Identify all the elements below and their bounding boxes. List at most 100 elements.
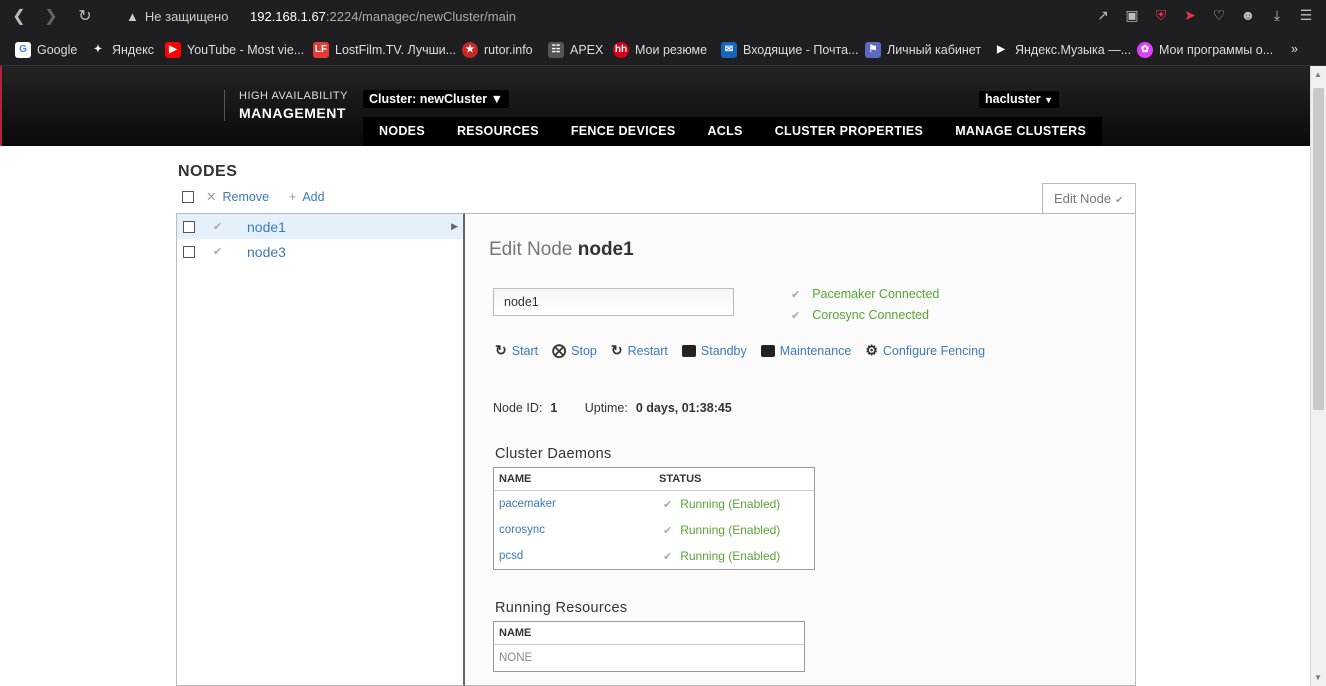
bookmark-youtube[interactable]: ▶ YouTube - Most vie... [165, 42, 304, 58]
rutor-icon: ★ [462, 42, 478, 58]
warning-icon: ▲ [126, 9, 139, 24]
node-list: ✔ node1 ▶ ✔ node3 [176, 213, 465, 686]
node-name[interactable]: node3 [247, 244, 286, 260]
hh-icon: hh [613, 42, 629, 58]
bookmark-programs[interactable]: ✿ Мои программы о... [1137, 42, 1273, 58]
stop-icon: ⨂ [552, 342, 567, 358]
configure-fencing-button[interactable]: ⚙ Configure Fencing [865, 342, 985, 359]
standby-button[interactable]: Standby [681, 342, 747, 359]
table-row: pcsd ✔ Running (Enabled) [494, 543, 814, 569]
nodes-toolbar: ✕ Remove + Add [182, 189, 325, 204]
node-name[interactable]: node1 [247, 219, 286, 235]
forward-icon[interactable]: ❯ [40, 6, 62, 28]
cluster-selector[interactable]: Cluster: newCluster ▼ [363, 90, 509, 108]
scrollbar-thumb[interactable] [1313, 88, 1324, 410]
bookmark-lostfilm[interactable]: LF LostFilm.TV. Лучши... [313, 42, 456, 58]
maintenance-icon [760, 344, 775, 357]
check-icon: ✔ [663, 525, 673, 537]
bookmark-hh[interactable]: hh Мои резюме [613, 42, 707, 58]
tab-cluster-properties[interactable]: CLUSTER PROPERTIES [759, 117, 939, 146]
table-header: NAME [494, 622, 804, 645]
check-icon: ✔ [663, 551, 673, 563]
refresh-icon: ↻ [610, 342, 623, 358]
gear-icon: ⚙ [865, 342, 878, 358]
reload-icon[interactable]: ↻ [74, 6, 96, 28]
page-title: NODES [178, 163, 238, 180]
browser-actions: ↗ ▣ ⛨ ➤ ♡ ☻ ⤓ ☰ [1095, 7, 1314, 24]
tab-fence-devices[interactable]: FENCE DEVICES [555, 117, 692, 146]
arrow-right-icon: ▶ [451, 221, 458, 231]
tab-acls[interactable]: ACLS [691, 117, 758, 146]
status-item: ✔ Corosync Connected [791, 308, 929, 322]
table-header: NAME STATUS [494, 468, 814, 491]
row-checkbox[interactable] [183, 246, 195, 258]
list-item[interactable]: ✔ node1 ▶ [177, 214, 463, 239]
user-menu[interactable]: hacluster ▼ [979, 91, 1059, 108]
bookmark-cabinet[interactable]: ⚑ Личный кабинет [865, 42, 981, 58]
tab-manage-clusters[interactable]: MANAGE CLUSTERS [939, 117, 1102, 146]
restart-button[interactable]: ↻ Restart [611, 342, 668, 359]
profile-icon[interactable]: ☻ [1240, 7, 1256, 24]
heart-icon[interactable]: ♡ [1211, 7, 1227, 24]
node-name-field[interactable]: node1 [493, 288, 734, 316]
bookmark-apex[interactable]: ☷ APEX [548, 42, 603, 58]
table-row: pacemaker ✔ Running (Enabled) [494, 491, 814, 517]
resources-title: Running Resources [495, 600, 628, 616]
daemon-link[interactable]: pcsd [499, 543, 659, 569]
node-actions: ↻ Start ⨂ Stop ↻ Restart Standby Maintenanc… [495, 342, 985, 359]
table-row: NONE [499, 652, 533, 664]
maintenance-button[interactable]: Maintenance [760, 342, 851, 359]
bookmark-google[interactable]: G Google [15, 42, 77, 58]
menu-icon[interactable]: ☰ [1298, 7, 1314, 24]
select-all-checkbox[interactable] [182, 190, 194, 203]
brand-logo: HIGH AVAILABILITY MANAGEMENT [224, 90, 348, 121]
mail-icon: ✉ [721, 42, 737, 58]
row-checkbox[interactable] [183, 221, 195, 233]
node-status-list: ✔ Pacemaker Connected ✔ Corosync Connected [791, 284, 939, 326]
check-icon: ✔ [791, 310, 801, 322]
status-item: ✔ Pacemaker Connected [791, 287, 940, 301]
standby-icon [681, 344, 696, 357]
security-indicator[interactable]: ▲ Не защищено [126, 9, 228, 24]
check-icon: ✔ [213, 246, 223, 258]
daemons-table: NAME STATUS pacemaker ✔ Running (Enabled) c… [493, 467, 815, 570]
daemon-link[interactable]: corosync [499, 517, 659, 543]
edit-node-panel: Edit Node node1 node1 ✔ Pacemaker Connect… [465, 213, 1136, 686]
bookmark-music[interactable]: ▶ Яндекс.Музыка —... [993, 42, 1131, 58]
start-button[interactable]: ↻ Start [495, 342, 538, 359]
scroll-down-icon[interactable]: ▼ [1314, 673, 1322, 682]
main-nav: NODES RESOURCES FENCE DEVICES ACLS CLUST… [363, 117, 1102, 146]
scroll-up-icon[interactable]: ▲ [1314, 70, 1322, 79]
bookmark-rutor[interactable]: ★ rutor.info [462, 42, 533, 58]
add-button[interactable]: Add [302, 190, 324, 204]
bookmarks-more-icon[interactable]: » [1291, 42, 1298, 56]
remove-icon: ✕ [206, 190, 217, 204]
bookmark-yandex[interactable]: ✦ Яндекс [90, 42, 154, 58]
tab-edit-node[interactable]: Edit Node ✔ [1042, 183, 1136, 214]
node-info: Node ID: 1 Uptime: 0 days, 01:38:45 [493, 401, 732, 415]
add-icon: + [289, 189, 297, 204]
check-icon: ✔ [213, 221, 223, 233]
tab-nodes[interactable]: NODES [363, 117, 441, 146]
check-icon: ✔ [791, 289, 801, 301]
send-icon[interactable]: ➤ [1182, 7, 1198, 24]
shield-icon[interactable]: ⛨ [1153, 7, 1169, 24]
page-scrollbar[interactable]: ▲ ▼ [1310, 66, 1326, 686]
table-row: corosync ✔ Running (Enabled) [494, 517, 814, 543]
resources-table: NAME NONE [493, 621, 805, 672]
check-icon: ✔ [663, 499, 673, 511]
music-icon: ▶ [997, 44, 1005, 55]
remove-button[interactable]: Remove [222, 190, 269, 204]
stop-button[interactable]: ⨂ Stop [552, 342, 597, 359]
apex-icon: ☷ [548, 42, 564, 58]
bookmark-mail[interactable]: ✉ Входящие - Почта... [721, 42, 859, 58]
list-item[interactable]: ✔ node3 [177, 239, 463, 264]
address-bar[interactable]: 192.168.1.67:2224/managec/newCluster/mai… [250, 9, 516, 24]
back-icon[interactable]: ❮ [8, 6, 30, 28]
download-icon[interactable]: ⤓ [1269, 7, 1285, 24]
share-icon[interactable]: ↗ [1095, 7, 1111, 24]
daemon-link[interactable]: pacemaker [499, 491, 659, 517]
camera-icon[interactable]: ▣ [1124, 7, 1140, 24]
browser-toolbar: ❮ ❯ ↻ ▲ Не защищено 192.168.1.67:2224/ma… [0, 0, 1326, 34]
tab-resources[interactable]: RESOURCES [441, 117, 555, 146]
